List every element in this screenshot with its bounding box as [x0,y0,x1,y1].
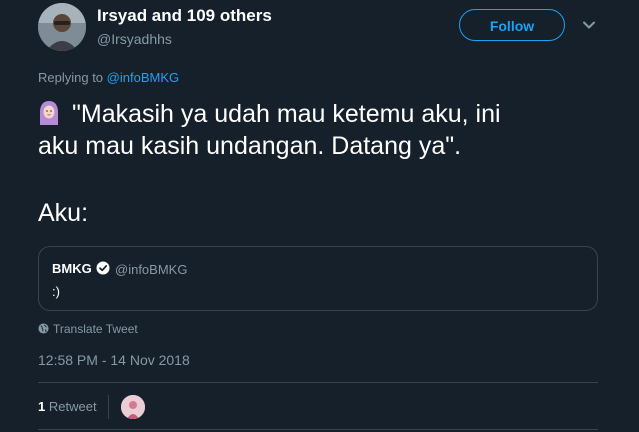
reply-target-link[interactable]: @infoBMKG [107,70,179,85]
divider-bottom [38,429,598,430]
quoted-tweet-text: :) [52,284,60,299]
replying-prefix: Replying to [38,70,107,85]
quoted-author-name: BMKG [52,261,92,276]
divider-top [38,382,598,383]
tweet-line-3: Aku: [38,199,89,227]
quoted-tweet-card[interactable]: BMKG @infoBMKG :) [38,246,598,311]
retweet-count-label: Retweet [48,399,97,414]
tweet-line-1-text: "Makasih ya udah mau ketemu aku, ini [72,100,501,128]
tweet-timestamp[interactable]: 12:58 PM - 14 Nov 2018 [38,352,190,368]
tweet-page: Irsyad and 109 others @Irsyadhhs Follow … [0,0,639,432]
tweet-header: Irsyad and 109 others @Irsyadhhs Follow [0,0,639,60]
tweet-line-2: aku mau kasih undangan. Datang ya". [38,132,462,160]
author-handle[interactable]: @Irsyadhhs [97,31,172,47]
woman-with-headscarf-emoji-icon [40,101,58,125]
retweet-count[interactable]: 1 Retweet [38,399,97,414]
translate-label: Translate Tweet [53,322,138,336]
quoted-author-handle: @infoBMKG [115,262,188,277]
follow-button[interactable]: Follow [459,9,565,41]
retweeter-avatar[interactable] [121,395,145,419]
author-avatar[interactable] [38,3,86,51]
user-avatar-icon [38,3,86,51]
stats-separator [108,395,109,419]
replying-to: Replying to @infoBMKG [38,70,179,85]
verified-badge-icon [96,261,110,275]
retweeter-avatar-icon [121,395,145,419]
globe-icon [38,323,49,334]
chevron-down-icon[interactable] [580,16,598,34]
tweet-line-1: "Makasih ya udah mau ketemu aku, ini [38,98,618,130]
tweet-body: "Makasih ya udah mau ketemu aku, ini aku… [38,98,618,162]
translate-tweet-link[interactable]: Translate Tweet [38,322,138,336]
author-display-name[interactable]: Irsyad and 109 others [97,6,272,26]
retweet-count-number: 1 [38,399,46,414]
